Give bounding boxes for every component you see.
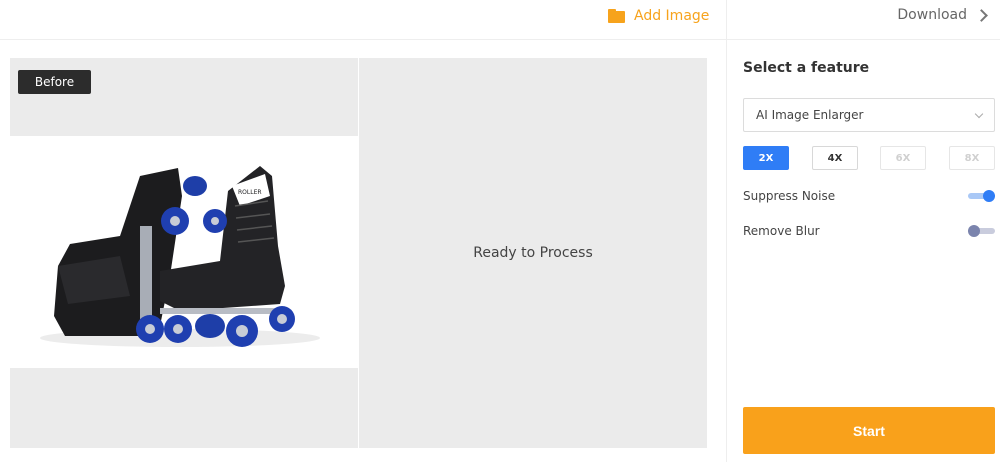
scale-2x-button[interactable]: 2X — [743, 146, 789, 170]
before-preview-pane: ROLLER Before — [10, 58, 358, 448]
svg-text:ROLLER: ROLLER — [238, 189, 262, 196]
add-image-label: Add Image — [634, 8, 710, 24]
scale-8x-button: 8X — [949, 146, 995, 170]
start-button[interactable]: Start — [743, 407, 995, 454]
download-bar: Download — [727, 0, 1000, 40]
suppress-noise-label: Suppress Noise — [743, 189, 836, 203]
before-badge: Before — [18, 70, 91, 94]
image-enlarger-app: Add Image Download ROLLER Before Ready t… — [0, 0, 1000, 462]
panel-divider — [726, 0, 727, 462]
top-toolbar: Add Image — [0, 0, 726, 40]
process-status-text: Ready to Process — [473, 245, 593, 261]
roller-skates-photo: ROLLER — [10, 136, 358, 368]
folder-icon — [608, 9, 625, 23]
scale-6x-button: 6X — [880, 146, 926, 170]
scale-4x-button[interactable]: 4X — [812, 146, 858, 170]
chevron-down-icon — [974, 109, 984, 119]
panel-title: Select a feature — [743, 60, 870, 76]
scale-options: 2X 4X 6X 8X — [743, 146, 995, 170]
chevron-right-icon — [975, 8, 988, 22]
suppress-noise-toggle[interactable] — [968, 190, 995, 202]
download-button[interactable]: Download — [897, 4, 988, 26]
feature-dropdown[interactable]: AI Image Enlarger — [743, 98, 995, 132]
remove-blur-label: Remove Blur — [743, 224, 820, 238]
add-image-button[interactable]: Add Image — [608, 5, 709, 27]
after-preview-pane: Ready to Process — [359, 58, 707, 448]
remove-blur-toggle[interactable] — [968, 225, 995, 237]
remove-blur-row: Remove Blur — [743, 221, 995, 241]
feature-selected-value: AI Image Enlarger — [756, 108, 864, 122]
suppress-noise-row: Suppress Noise — [743, 186, 995, 206]
download-label: Download — [897, 7, 967, 23]
